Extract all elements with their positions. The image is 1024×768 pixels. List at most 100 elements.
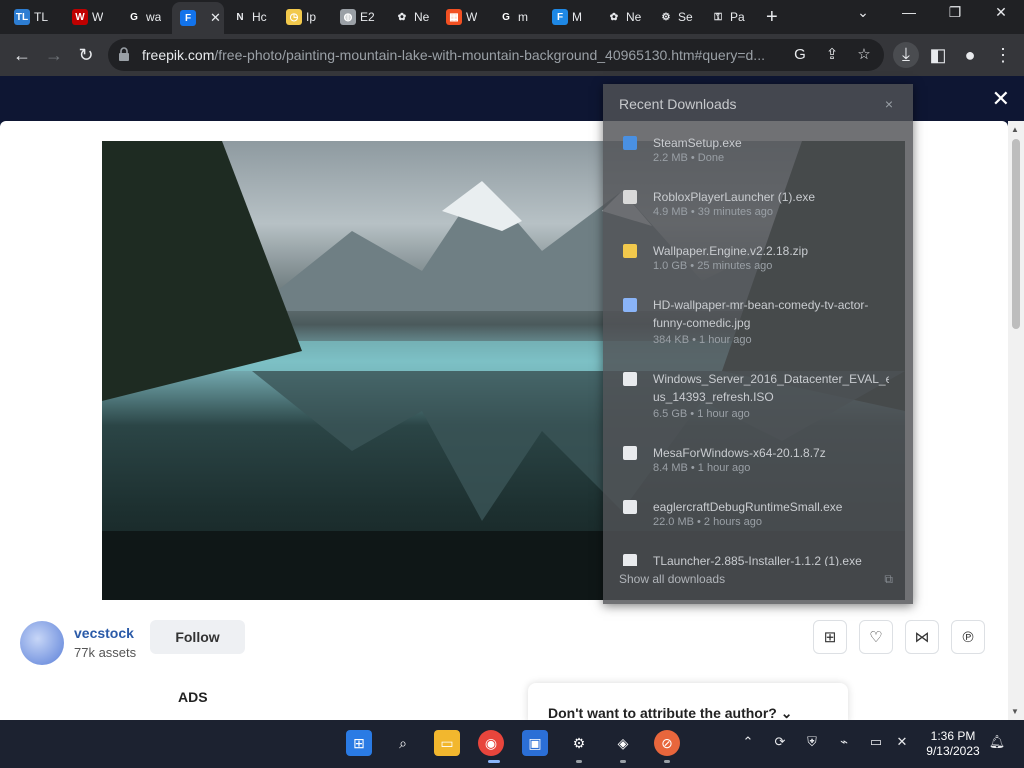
- browser-tab[interactable]: WW: [64, 4, 114, 30]
- download-filename: RobloxPlayerLauncher (1).exe: [653, 190, 816, 204]
- pinterest-icon[interactable]: ℗: [951, 620, 985, 654]
- key-icon: ⚿: [714, 11, 722, 23]
- download-item[interactable]: Wallpaper.Engine.v2.2.18.zip 1.0 GB • 25 …: [619, 242, 889, 292]
- download-item[interactable]: MesaForWindows-x64-20.1.8.7z 8.4 MB • 1 h…: [619, 444, 889, 494]
- tab-title: Ne: [414, 10, 430, 24]
- menu-icon[interactable]: ⋮: [990, 43, 1016, 67]
- heart-icon[interactable]: ♡: [859, 620, 893, 654]
- scroll-thumb[interactable]: [1012, 139, 1020, 329]
- file-explorer-icon[interactable]: ▭: [434, 730, 460, 756]
- close-tab-icon[interactable]: ✕: [210, 10, 221, 26]
- scroll-down-icon[interactable]: ▼: [1011, 707, 1019, 716]
- download-meta: 1.0 GB • 25 minutes ago: [653, 260, 773, 272]
- new-tab-button[interactable]: +: [766, 6, 778, 29]
- file-icon: [623, 446, 637, 460]
- chevron-up-icon[interactable]: ⌃: [738, 734, 758, 750]
- store-icon[interactable]: ▣: [522, 730, 548, 756]
- download-item[interactable]: SteamSetup.exe 2.2 MB • Done: [619, 134, 889, 184]
- start-icon[interactable]: ⊞: [346, 730, 372, 756]
- bookmark-star-icon[interactable]: ☆: [854, 45, 874, 65]
- tab-strip: TL TL W W Gwa F ✕ N Hc ◷ Ip ◍ E2 ✿ Ne ▦ W Gm F M ✿ Ne ⚙ Se ⚿ Pa +…: [0, 0, 1024, 34]
- clock[interactable]: 1:36 PM 9/13/2023: [922, 729, 984, 759]
- close-downloads-icon[interactable]: ×: [885, 96, 893, 112]
- volume-muted-icon[interactable]: ✕: [892, 734, 912, 750]
- download-filename: HD-wallpaper-mr-bean-comedy-tv-actor-fun…: [653, 298, 869, 330]
- file-icon: [623, 190, 637, 204]
- browser-tab[interactable]: TL TL: [6, 4, 56, 30]
- attribution-prompt[interactable]: Don't want to attribute the author? ⌄: [528, 683, 848, 723]
- download-item[interactable]: TLauncher-2.885-Installer-1.1.2 (1).exe: [619, 552, 889, 566]
- restore-button[interactable]: ❐: [940, 4, 970, 21]
- download-meta: 2.2 MB • Done: [653, 152, 725, 164]
- display-icon[interactable]: ▭: [866, 734, 886, 750]
- profile-icon[interactable]: ●: [957, 43, 983, 67]
- download-item[interactable]: eaglercraftDebugRuntimeSmall.exe 22.0 MB …: [619, 498, 889, 548]
- browser-tab[interactable]: ◍ E2: [332, 4, 382, 30]
- virtualbox-icon[interactable]: ◈: [610, 730, 636, 756]
- ads-label: ADS: [178, 689, 208, 705]
- search-icon[interactable]: ⌕: [390, 730, 416, 756]
- google-lens-icon[interactable]: G: [790, 45, 810, 65]
- reload-button[interactable]: ↻: [73, 43, 99, 67]
- defender-icon[interactable]: ⛨: [802, 734, 822, 750]
- google-icon: G: [502, 11, 510, 23]
- tab-title: W: [466, 10, 478, 24]
- browser-tab[interactable]: ✿ Ne: [386, 4, 436, 30]
- tab-title: Ne: [626, 10, 642, 24]
- download-item[interactable]: HD-wallpaper-mr-bean-comedy-tv-actor-fun…: [619, 296, 889, 346]
- running-indicator: [576, 760, 582, 763]
- scroll-up-icon[interactable]: ▲: [1011, 125, 1019, 134]
- active-indicator: [488, 760, 500, 763]
- browser-tab[interactable]: F ✕: [172, 2, 224, 34]
- browser-tab[interactable]: N Hc: [224, 4, 274, 30]
- tab-search-icon[interactable]: ⌄: [848, 4, 878, 21]
- sync-icon[interactable]: ⟳: [770, 734, 790, 750]
- forward-button[interactable]: →: [41, 43, 67, 67]
- network-icon[interactable]: ⌁: [834, 734, 854, 750]
- browser-tab[interactable]: ⚙ Se: [650, 4, 700, 30]
- browser-tab[interactable]: ▦ W: [438, 4, 488, 30]
- chatgpt-icon: ✿: [609, 11, 619, 23]
- flag-icon: F: [552, 9, 568, 25]
- download-item[interactable]: Windows_Server_2016_Datacenter_EVAL_en-u…: [619, 370, 889, 420]
- app-icon[interactable]: ⊘: [654, 730, 680, 756]
- download-meta: 4.9 MB • 39 minutes ago: [653, 206, 774, 218]
- browser-tab[interactable]: ⚿ Pa: [702, 4, 752, 30]
- notification-bell-icon[interactable]: 🔔︎: [987, 734, 1007, 750]
- download-item[interactable]: RobloxPlayerLauncher (1).exe 4.9 MB • 39 …: [619, 188, 889, 238]
- browser-toolbar: ← → ↻ freepik.com/free-photo/painting-mo…: [0, 34, 1024, 76]
- file-icon: [623, 554, 637, 566]
- share-icon[interactable]: ⇪: [822, 45, 842, 65]
- open-external-icon[interactable]: ⧉: [884, 572, 893, 587]
- browser-tab[interactable]: FM: [544, 4, 594, 30]
- page-scrollbar[interactable]: ▲ ▼: [1008, 121, 1024, 720]
- attribution-text: Don't want to attribute the author?: [548, 705, 777, 721]
- browser-tab[interactable]: Gm: [490, 4, 540, 30]
- freepik-icon: F: [180, 10, 196, 26]
- download-filename: MesaForWindows-x64-20.1.8.7z: [653, 446, 826, 460]
- browser-tab[interactable]: Gwa: [118, 4, 168, 30]
- author-name[interactable]: vecstock: [74, 625, 134, 641]
- downloads-popup: Recent Downloads × SteamSetup.exe 2.2 MB …: [603, 84, 913, 604]
- settings-icon[interactable]: ⚙: [566, 730, 592, 756]
- tab-title: E2: [360, 10, 375, 24]
- url-text[interactable]: freepik.com/free-photo/painting-mountain…: [142, 47, 782, 63]
- add-to-collection-icon[interactable]: ⊞: [813, 620, 847, 654]
- avatar[interactable]: [20, 621, 64, 665]
- chrome-icon[interactable]: ◉: [478, 730, 504, 756]
- share-icon[interactable]: ⋈: [905, 620, 939, 654]
- close-window-button[interactable]: ✕: [986, 4, 1016, 21]
- back-button[interactable]: ←: [9, 43, 35, 67]
- address-bar[interactable]: freepik.com/free-photo/painting-mountain…: [108, 39, 884, 71]
- download-filename: Windows_Server_2016_Datacenter_EVAL_en-u…: [653, 372, 889, 404]
- browser-tab[interactable]: ✿ Ne: [598, 4, 648, 30]
- taskbar: ⊞ ⌕ ▭ ◉ ▣ ⚙ ◈ ⊘ ⌃ ⟳ ⛨ ⌁ ▭ ✕ 1:36 PM 9/13…: [0, 720, 1024, 768]
- browser-tab[interactable]: ◷ Ip: [278, 4, 328, 30]
- side-panel-icon[interactable]: ◧: [925, 43, 951, 67]
- minimize-button[interactable]: —: [894, 4, 924, 20]
- tab-title: Hc: [252, 10, 267, 24]
- downloads-button[interactable]: ⤓: [893, 42, 919, 68]
- show-all-downloads-link[interactable]: Show all downloads: [619, 572, 725, 586]
- follow-button[interactable]: Follow: [150, 620, 245, 654]
- close-modal-icon[interactable]: ✕: [992, 86, 1010, 112]
